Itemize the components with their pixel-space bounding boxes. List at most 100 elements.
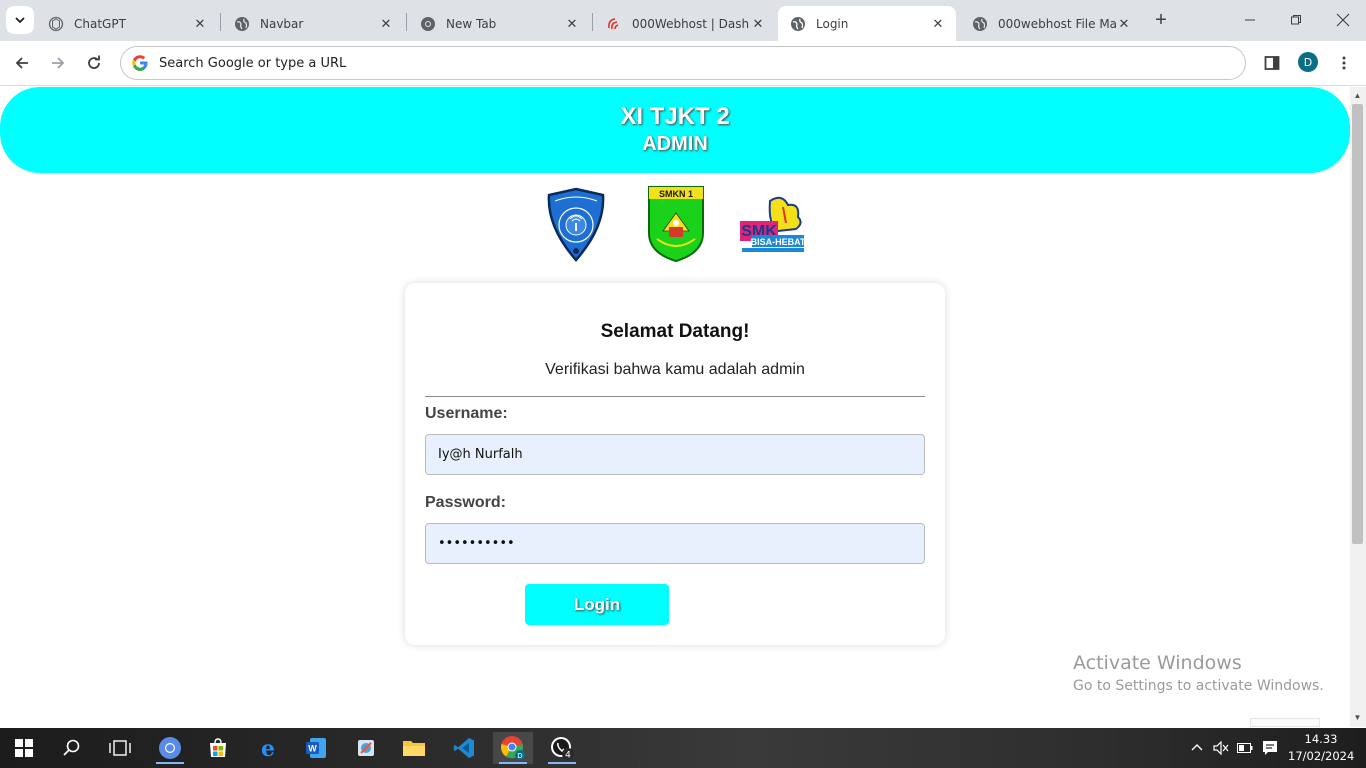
close-icon[interactable]: ✕ (378, 16, 394, 32)
profile-avatar[interactable]: D (1298, 52, 1318, 72)
control-panel-icon (358, 740, 374, 756)
000webhost-icon (606, 16, 622, 32)
back-button[interactable] (8, 49, 36, 77)
chatgpt-icon (48, 16, 64, 32)
smk-bisa-hebat-logo-icon: SMK BISA-HEBAT (740, 196, 806, 252)
login-button[interactable]: Login (525, 584, 669, 625)
close-icon[interactable]: ✕ (1116, 16, 1132, 32)
page-viewport: XI TJKT 2 ADMIN SMKN 1 SMK BISA-HEBAT Se… (0, 87, 1350, 727)
powered-by-000webhost-badge[interactable] (1250, 718, 1320, 727)
username-field[interactable]: Iy@h Nurfalh (425, 434, 925, 475)
svg-text:D: D (517, 752, 522, 760)
reload-button[interactable] (80, 49, 108, 77)
svg-text:W: W (308, 744, 317, 754)
close-icon[interactable]: ✕ (192, 16, 208, 32)
restore-icon[interactable] (1284, 8, 1308, 32)
password-label: Password: (425, 494, 506, 511)
taskbar-chrome[interactable] (150, 732, 190, 764)
activate-windows-watermark: Activate Windows Go to Settings to activ… (1073, 652, 1324, 694)
kebab-menu-icon (1342, 56, 1346, 70)
activate-title: Activate Windows (1073, 652, 1242, 674)
task-view-icon (109, 740, 131, 756)
arrow-right-icon (52, 57, 65, 69)
page-subtitle: ADMIN (642, 133, 708, 155)
reload-icon (88, 55, 100, 69)
taskbar-file-explorer[interactable] (394, 732, 434, 764)
search-icon (63, 739, 80, 756)
welcome-heading: Selamat Datang! (600, 321, 750, 342)
battery-button[interactable] (1234, 728, 1256, 768)
browser-tab-strip: ChatGPT ✕ Navbar ✕ New Tab ✕ 000Webhost … (0, 0, 1366, 41)
chevron-up-icon (1191, 744, 1203, 751)
vscode-icon (453, 738, 474, 758)
login-card: Selamat Datang! Verifikasi bahwa kamu ad… (405, 283, 945, 645)
clock-time: 14.33 (1304, 732, 1338, 746)
running-indicator (156, 762, 184, 764)
close-icon[interactable]: ✕ (930, 16, 946, 32)
close-icon[interactable]: ✕ (750, 16, 766, 32)
password-field[interactable]: •••••••••• (425, 523, 925, 564)
taskbar-vscode[interactable] (444, 732, 484, 764)
new-tab-button[interactable]: + (1150, 9, 1172, 31)
notification-badge: 4 (565, 751, 571, 761)
menu-button[interactable] (1330, 49, 1358, 77)
arrow-left-icon (15, 57, 28, 69)
running-indicator (548, 762, 576, 764)
scroll-up-icon[interactable]: ▲ (1352, 90, 1363, 102)
tab-separator (220, 13, 221, 31)
tab-title: 000webhost File Man (998, 16, 1116, 31)
tab-000webhost-file-manager[interactable]: 000webhost File Man ✕ (960, 6, 1142, 41)
running-indicator (499, 762, 527, 764)
tab-navbar[interactable]: Navbar ✕ (222, 6, 404, 41)
taskbar-whatsapp[interactable]: 4 (542, 732, 582, 764)
tab-title: Navbar (260, 16, 304, 31)
tab-000webhost-dashboard[interactable]: 000Webhost | Dashbo ✕ (594, 6, 776, 41)
scrollbar-thumb[interactable] (1352, 104, 1363, 544)
close-icon[interactable]: ✕ (564, 16, 580, 32)
omnibox-placeholder: Search Google or type a URL (159, 55, 347, 71)
side-panel-button[interactable] (1258, 49, 1286, 77)
scroll-down-icon[interactable]: ▼ (1352, 712, 1363, 724)
show-hidden-icons-button[interactable] (1186, 728, 1208, 768)
taskbar-word[interactable]: W (296, 732, 336, 764)
volume-button[interactable] (1210, 728, 1232, 768)
tab-title: ChatGPT (74, 16, 126, 31)
tab-search-button[interactable] (6, 6, 34, 34)
svg-text:e: e (261, 737, 275, 759)
notifications-button[interactable] (1258, 728, 1282, 768)
taskbar-microsoft-store[interactable] (198, 732, 238, 764)
chrome-profile-icon: D (500, 736, 525, 760)
windows-logo-icon (15, 739, 33, 757)
tab-login[interactable]: Login ✕ (778, 6, 956, 41)
taskbar-edge[interactable]: e (248, 732, 288, 764)
windows-taskbar: e W D 4 14.33 17/02/2024 (0, 728, 1366, 768)
tjkt-logo-icon (547, 187, 605, 262)
volume-muted-icon (1213, 741, 1229, 755)
activate-subtitle: Go to Settings to activate Windows. (1073, 678, 1324, 694)
tab-chatgpt[interactable]: ChatGPT ✕ (36, 6, 218, 41)
task-view-button[interactable] (100, 732, 140, 764)
tab-new-tab[interactable]: New Tab ✕ (408, 6, 590, 41)
action-center-icon (1263, 741, 1277, 755)
smkn1-logo-icon: SMKN 1 (648, 186, 704, 263)
minimize-icon[interactable] (1238, 8, 1262, 32)
tab-title: New Tab (446, 16, 497, 31)
start-button[interactable] (4, 732, 44, 764)
close-window-icon[interactable] (1331, 8, 1355, 32)
address-bar[interactable]: Search Google or type a URL (120, 46, 1246, 80)
google-icon (132, 55, 148, 71)
taskbar-chrome-profile[interactable]: D (493, 732, 533, 764)
divider (425, 396, 925, 397)
side-panel-icon (1264, 56, 1280, 70)
forward-button[interactable] (44, 49, 72, 77)
store-icon (210, 738, 226, 757)
chevron-down-icon (15, 17, 25, 24)
search-button[interactable] (52, 732, 92, 764)
page-title: XI TJKT 2 (620, 103, 730, 130)
taskbar-control-panel[interactable] (346, 732, 386, 764)
tab-title: 000Webhost | Dashbo (632, 16, 750, 31)
folder-icon (403, 741, 425, 756)
clock[interactable]: 14.33 17/02/2024 (1288, 731, 1354, 765)
site-header: XI TJKT 2 ADMIN (0, 87, 1350, 173)
username-label: Username: (425, 405, 508, 422)
